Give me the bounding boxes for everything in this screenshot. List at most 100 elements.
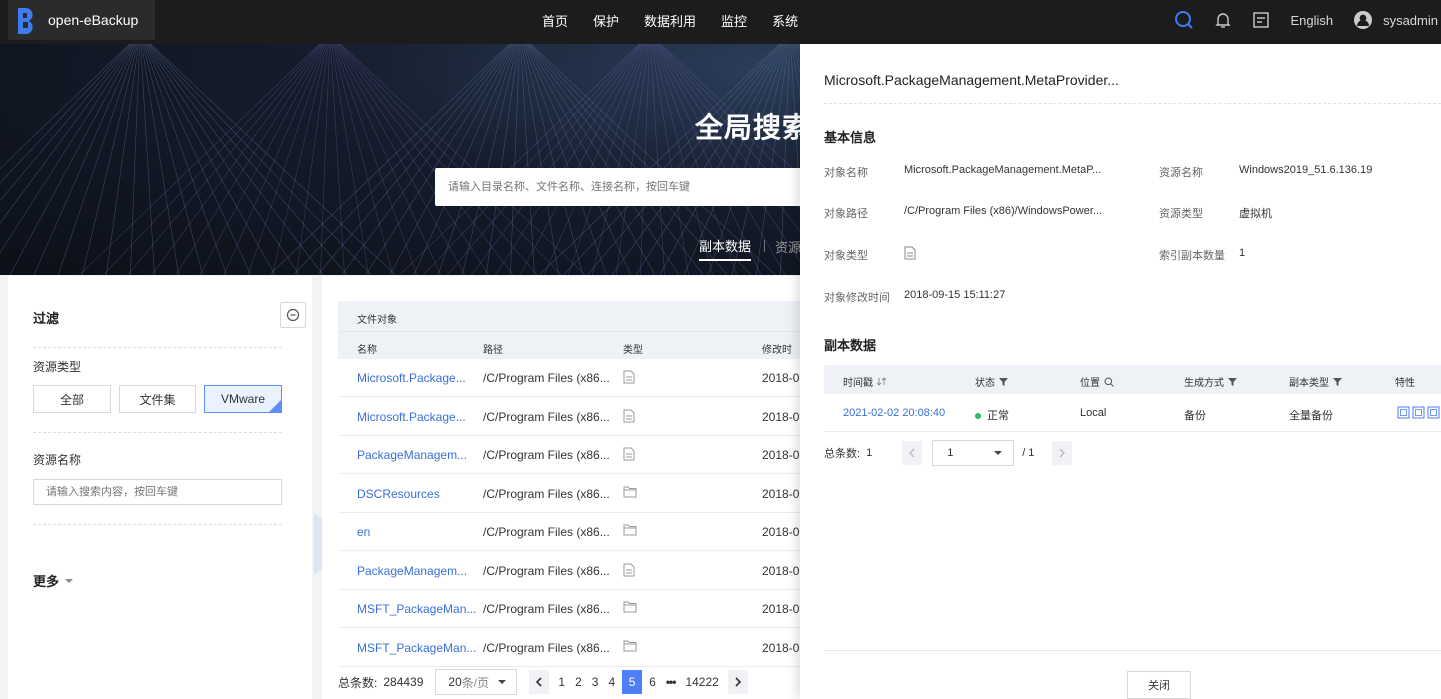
col-location[interactable]: 位置 — [1080, 374, 1114, 389]
caret-down-icon — [994, 451, 1003, 455]
row-path: /C/Program Files (x86... — [483, 448, 610, 462]
col-name[interactable]: 名称 — [357, 341, 377, 356]
row-name-link[interactable]: en — [357, 525, 370, 539]
table-row[interactable]: en/C/Program Files (x86... 2018-09 — [338, 513, 806, 551]
col-path[interactable]: 路径 — [483, 341, 503, 356]
filter-title: 过滤 — [33, 311, 60, 326]
nav-item-data-use[interactable]: 数据利用 — [644, 11, 696, 30]
row-name-link[interactable]: PackageManagem... — [357, 448, 467, 462]
page-size-select[interactable]: 20 条/页 — [435, 669, 518, 695]
copy-next-button[interactable] — [1052, 441, 1073, 465]
header-tools: English sysadmin — [1154, 0, 1441, 40]
type-option-fileset[interactable]: 文件集 — [119, 385, 196, 413]
bell-icon[interactable] — [1214, 11, 1232, 29]
next-page-button[interactable] — [727, 670, 748, 694]
reset-filter-button[interactable] — [280, 302, 306, 328]
table-row[interactable]: DSCResources/C/Program Files (x86... 2018… — [338, 474, 806, 513]
file-icon — [904, 246, 916, 263]
object-path-value: /C/Program Files (x86)/WindowsPower... — [904, 205, 1103, 217]
copy-status: 正常 — [975, 407, 1009, 423]
col-type[interactable]: 类型 — [623, 341, 643, 356]
close-button[interactable]: 关闭 — [1127, 671, 1191, 699]
col-timestamp[interactable]: 时间戳 — [843, 374, 887, 389]
chevron-right-icon — [1059, 448, 1066, 458]
copy-row: 2021-02-02 20:08:40 正常 Local 备份 全量备份 — [824, 394, 1441, 432]
tab-resources[interactable]: 资源 — [775, 237, 801, 260]
resource-name-value: Windows2019_51.6.136.19 — [1239, 164, 1373, 176]
row-name-link[interactable]: MSFT_PackageMan... — [357, 641, 476, 655]
detail-drawer: Microsoft.PackageManagement.MetaProvider… — [800, 44, 1441, 699]
footer-divider — [824, 650, 1441, 651]
basic-info-title: 基本信息 — [824, 130, 877, 145]
col-status[interactable]: 状态 — [975, 374, 1008, 389]
copy-total-label: 总条数: — [824, 448, 861, 460]
copy-page-select[interactable]: 1 — [932, 440, 1015, 466]
page-4[interactable]: 4 — [608, 675, 615, 689]
type-option-vmware[interactable]: VMware — [204, 385, 282, 413]
row-name-link[interactable]: MSFT_PackageMan... — [357, 602, 476, 616]
type-option-all[interactable]: 全部 — [33, 385, 111, 413]
global-search-input[interactable] — [448, 181, 835, 193]
tab-copy-data[interactable]: 副本数据 — [699, 236, 752, 261]
page-size-value: 20 — [448, 675, 462, 689]
page-last[interactable]: 14222 — [685, 675, 718, 689]
nav-item-protect[interactable]: 保护 — [593, 11, 619, 30]
row-path: /C/Program Files (x86... — [483, 371, 610, 385]
page-3[interactable]: 3 — [592, 675, 599, 689]
hero-title: 全局搜索 — [695, 112, 812, 143]
status-ok-icon — [975, 413, 981, 420]
row-name-link[interactable]: PackageManagem... — [357, 564, 467, 578]
user-avatar-icon[interactable] — [1353, 10, 1373, 30]
col-copy-type[interactable]: 副本类型 — [1289, 374, 1342, 389]
sort-icon — [877, 377, 887, 386]
task-list-icon[interactable] — [1252, 11, 1270, 29]
filter-panel: 过滤 资源类型 全部 文件集 VMware 资源名称 更多 — [8, 276, 312, 699]
chevron-right-icon — [735, 677, 741, 687]
search-icon[interactable] — [1174, 10, 1194, 30]
table-row[interactable]: PackageManagem... /C/Program Files (x86..… — [338, 551, 806, 590]
nav-item-system[interactable]: 系统 — [772, 11, 798, 30]
copy-table-header: 时间戳 状态 位置 生成方式 副本类型 特性 — [824, 365, 1441, 394]
total-count: 284439 — [383, 675, 424, 689]
more-label: 更多 — [33, 574, 60, 589]
row-name-link[interactable]: DSCResources — [357, 487, 440, 501]
row-name-link[interactable]: Microsoft.Package... — [357, 410, 466, 424]
user-menu[interactable]: sysadmin — [1383, 13, 1438, 28]
folder-icon — [623, 486, 637, 501]
copy-timestamp-link[interactable]: 2021-02-02 20:08:40 — [843, 407, 945, 419]
file-icon — [623, 409, 635, 426]
copy-type: 全量备份 — [1289, 410, 1333, 422]
nav-item-home[interactable]: 首页 — [542, 11, 568, 30]
table-row[interactable]: MSFT_PackageMan... /C/Program Files (x86.… — [338, 628, 806, 667]
page-1[interactable]: 1 — [558, 675, 565, 689]
copy-location: Local — [1080, 407, 1107, 419]
folder-icon — [623, 640, 637, 655]
page-ellipsis[interactable]: ••• — [666, 675, 677, 689]
global-search-box[interactable] — [435, 168, 835, 206]
copy-prev-button[interactable] — [902, 441, 923, 465]
page-5-current[interactable]: 5 — [622, 670, 643, 694]
language-switch[interactable]: English — [1290, 13, 1333, 28]
resource-name-field[interactable] — [33, 479, 282, 505]
resource-name-input[interactable] — [46, 486, 281, 498]
resource-type-label: 资源类型 — [1159, 208, 1203, 220]
user-name: sysadmin — [1383, 12, 1438, 28]
copy-data-title: 副本数据 — [824, 338, 877, 353]
filter-icon — [1228, 378, 1237, 386]
col-method[interactable]: 生成方式 — [1184, 374, 1237, 389]
chevron-left-icon — [536, 677, 542, 687]
index-copy-value: 1 — [1239, 247, 1246, 259]
table-row[interactable]: MSFT_PackageMan... /C/Program Files (x86.… — [338, 590, 806, 628]
table-row[interactable]: Microsoft.Package... /C/Program Files (x8… — [338, 397, 806, 436]
row-name-link[interactable]: Microsoft.Package... — [357, 371, 466, 385]
page-6[interactable]: 6 — [649, 675, 656, 689]
table-row[interactable]: Microsoft.Package... /C/Program Files (x8… — [338, 359, 806, 397]
app-logo[interactable]: open-eBackup — [8, 0, 155, 40]
more-filters-toggle[interactable]: 更多 — [33, 571, 74, 590]
prev-page-button[interactable] — [529, 670, 550, 694]
table-row[interactable]: PackageManagem... /C/Program Files (x86..… — [338, 436, 806, 474]
language-label: English — [1290, 12, 1334, 28]
page-2[interactable]: 2 — [575, 675, 582, 689]
nav-item-monitor[interactable]: 监控 — [721, 11, 747, 30]
caret-down-icon — [65, 578, 74, 583]
